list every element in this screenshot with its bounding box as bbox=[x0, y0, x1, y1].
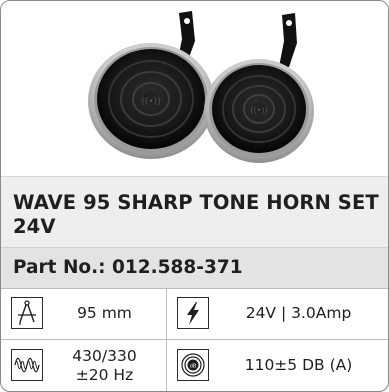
frequency-wave-icon bbox=[11, 349, 43, 381]
compass-divider-icon bbox=[11, 297, 43, 329]
product-card: ((•)) ((•)) WAVE 95 SHARP TONE HORN SET … bbox=[0, 0, 389, 392]
decibel-sound-icon: dB bbox=[177, 349, 209, 381]
spec-loudness-value: 110±5 DB (A) bbox=[244, 356, 353, 374]
spec-frequency: 430/330 ±20 Hz bbox=[1, 340, 167, 391]
horn-set-image: ((•)) ((•)) bbox=[88, 11, 314, 163]
spec-frequency-value: 430/330 ±20 Hz bbox=[53, 340, 156, 391]
svg-text:dB: dB bbox=[190, 363, 197, 369]
spec-loudness: dB 110±5 DB (A) bbox=[167, 340, 388, 391]
spec-size: 95 mm bbox=[1, 288, 167, 340]
spec-frequency-line2: ±20 Hz bbox=[75, 365, 134, 384]
spec-power-value: 24V | 3.0Amp bbox=[245, 304, 352, 322]
lightning-bolt-icon bbox=[177, 297, 209, 329]
part-number-band: Part No.: 012.588-371 bbox=[1, 247, 388, 289]
spec-grid: 95 mm 24V | 3.0Amp 430/330 ±20 Hz dB 110… bbox=[1, 288, 388, 391]
spec-frequency-line1: 430/330 bbox=[72, 346, 137, 365]
spec-size-value: 95 mm bbox=[77, 304, 132, 322]
svg-text:((•)): ((•)) bbox=[141, 97, 160, 107]
spec-power: 24V | 3.0Amp bbox=[167, 288, 388, 340]
part-number: Part No.: 012.588-371 bbox=[13, 257, 243, 278]
svg-text:((•)): ((•)) bbox=[250, 106, 267, 115]
product-title-band: WAVE 95 SHARP TONE HORN SET 24V bbox=[1, 176, 388, 247]
product-image: ((•)) ((•)) bbox=[1, 1, 388, 176]
product-title: WAVE 95 SHARP TONE HORN SET 24V bbox=[13, 191, 379, 238]
